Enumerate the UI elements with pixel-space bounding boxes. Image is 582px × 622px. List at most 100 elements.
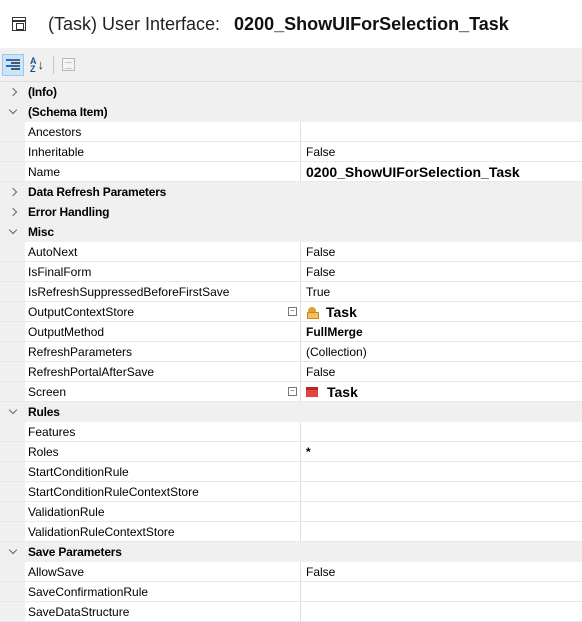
property-value[interactable]: FullMerge <box>301 322 582 341</box>
property-row-startconditionrulecontextstore[interactable]: StartConditionRuleContextStore <box>0 482 582 502</box>
user-interface-icon <box>12 17 26 31</box>
property-value: Task <box>327 383 358 400</box>
property-name: IsFinalForm <box>25 262 301 281</box>
screen-icon <box>306 386 318 397</box>
property-row-saveconfirmationrule[interactable]: SaveConfirmationRule <box>0 582 582 602</box>
property-name-cell: OutputContextStore – <box>25 302 301 321</box>
category-label: Misc <box>28 224 54 239</box>
property-value[interactable] <box>301 422 582 441</box>
category-label: (Schema Item) <box>28 104 108 119</box>
category-label: Rules <box>28 404 60 419</box>
property-name: IsRefreshSuppressedBeforeFirstSave <box>25 282 301 301</box>
property-name: AllowSave <box>25 562 301 581</box>
property-value[interactable]: (Collection) <box>301 342 582 361</box>
collapse-chevron-icon[interactable] <box>0 222 25 241</box>
category-label: Data Refresh Parameters <box>28 184 167 199</box>
property-value-cell[interactable]: Task <box>301 302 582 321</box>
property-row-refreshportalaftersave[interactable]: RefreshPortalAfterSave False <box>0 362 582 382</box>
property-value[interactable]: False <box>301 242 582 261</box>
categorized-icon <box>6 58 20 71</box>
context-store-icon <box>306 306 319 319</box>
categorized-view-button[interactable] <box>2 53 24 76</box>
expand-box-icon[interactable]: – <box>288 307 297 316</box>
alphabetical-view-button[interactable]: AZ ↓ <box>26 54 48 76</box>
category-schema-item[interactable]: (Schema Item) <box>0 102 582 122</box>
property-grid: (Info) (Schema Item) Ancestors Inheritab… <box>0 82 582 622</box>
property-value[interactable] <box>301 122 582 141</box>
property-name: Roles <box>25 442 301 461</box>
expand-chevron-icon[interactable] <box>0 202 25 221</box>
property-value[interactable] <box>301 502 582 521</box>
category-error-handling[interactable]: Error Handling <box>0 202 582 222</box>
property-row-screen[interactable]: Screen – Task <box>0 382 582 402</box>
property-value-cell[interactable]: Task <box>301 382 582 401</box>
property-value[interactable]: False <box>301 142 582 161</box>
expand-box-icon[interactable]: – <box>288 387 297 396</box>
toolbar-separator <box>53 55 54 74</box>
property-name: Screen <box>28 384 67 399</box>
category-save-parameters[interactable]: Save Parameters <box>0 542 582 562</box>
category-label: Save Parameters <box>28 544 122 559</box>
category-label: Error Handling <box>28 204 110 219</box>
property-value: Task <box>326 303 357 320</box>
property-row-refreshparameters[interactable]: RefreshParameters (Collection) <box>0 342 582 362</box>
property-row-outputmethod[interactable]: OutputMethod FullMerge <box>0 322 582 342</box>
property-pages-icon <box>61 58 75 71</box>
property-name: SaveDataStructure <box>25 602 301 621</box>
property-value[interactable]: True <box>301 282 582 301</box>
property-row-roles[interactable]: Roles * <box>0 442 582 462</box>
property-row-isfinalform[interactable]: IsFinalForm False <box>0 262 582 282</box>
category-misc[interactable]: Misc <box>0 222 582 242</box>
property-grid-toolbar: AZ ↓ <box>0 48 582 82</box>
property-name: SaveConfirmationRule <box>25 582 301 601</box>
property-name: Name <box>25 162 301 181</box>
property-name: Features <box>25 422 301 441</box>
property-name: StartConditionRuleContextStore <box>25 482 301 501</box>
property-pages-button[interactable] <box>57 54 79 76</box>
property-row-inheritable[interactable]: Inheritable False <box>0 142 582 162</box>
property-name: RefreshParameters <box>25 342 301 361</box>
collapse-chevron-icon[interactable] <box>0 102 25 121</box>
property-name-cell: Screen – <box>25 382 301 401</box>
sort-az-icon: AZ ↓ <box>30 56 44 74</box>
property-row-savedatastructure[interactable]: SaveDataStructure <box>0 602 582 622</box>
property-row-validationrulecontextstore[interactable]: ValidationRuleContextStore <box>0 522 582 542</box>
property-value[interactable] <box>301 462 582 481</box>
property-name: OutputMethod <box>25 322 301 341</box>
category-label: (Info) <box>28 84 57 99</box>
property-row-startconditionrule[interactable]: StartConditionRule <box>0 462 582 482</box>
category-data-refresh-parameters[interactable]: Data Refresh Parameters <box>0 182 582 202</box>
property-name: StartConditionRule <box>25 462 301 481</box>
property-value[interactable]: False <box>301 262 582 281</box>
property-row-allowsave[interactable]: AllowSave False <box>0 562 582 582</box>
property-value[interactable] <box>301 482 582 501</box>
collapse-chevron-icon[interactable] <box>0 402 25 421</box>
property-value[interactable]: False <box>301 362 582 381</box>
property-row-outputcontextstore[interactable]: OutputContextStore – Task <box>0 302 582 322</box>
sort-az-bottom-letter: Z <box>30 63 36 74</box>
title-bar: (Task) User Interface: 0200_ShowUIForSel… <box>0 0 582 48</box>
property-value[interactable] <box>301 602 582 621</box>
property-value[interactable] <box>301 522 582 541</box>
property-row-isrefreshsuppressed[interactable]: IsRefreshSuppressedBeforeFirstSave True <box>0 282 582 302</box>
property-value[interactable]: 0200_ShowUIForSelection_Task <box>301 162 582 181</box>
title-prefix: (Task) User Interface: <box>48 13 221 34</box>
property-row-name[interactable]: Name 0200_ShowUIForSelection_Task <box>0 162 582 182</box>
property-name: Inheritable <box>25 142 301 161</box>
category-info[interactable]: (Info) <box>0 82 582 102</box>
collapse-chevron-icon[interactable] <box>0 542 25 561</box>
expand-chevron-icon[interactable] <box>0 82 25 101</box>
property-value[interactable]: False <box>301 562 582 581</box>
property-row-ancestors[interactable]: Ancestors <box>0 122 582 142</box>
property-name: ValidationRuleContextStore <box>25 522 301 541</box>
title-item-name: 0200_ShowUIForSelection_Task <box>234 13 509 34</box>
property-value[interactable]: * <box>301 442 582 461</box>
expand-chevron-icon[interactable] <box>0 182 25 201</box>
property-row-autonext[interactable]: AutoNext False <box>0 242 582 262</box>
property-name: RefreshPortalAfterSave <box>25 362 301 381</box>
property-row-validationrule[interactable]: ValidationRule <box>0 502 582 522</box>
property-value[interactable] <box>301 582 582 601</box>
property-row-features[interactable]: Features <box>0 422 582 442</box>
category-rules[interactable]: Rules <box>0 402 582 422</box>
property-name: ValidationRule <box>25 502 301 521</box>
